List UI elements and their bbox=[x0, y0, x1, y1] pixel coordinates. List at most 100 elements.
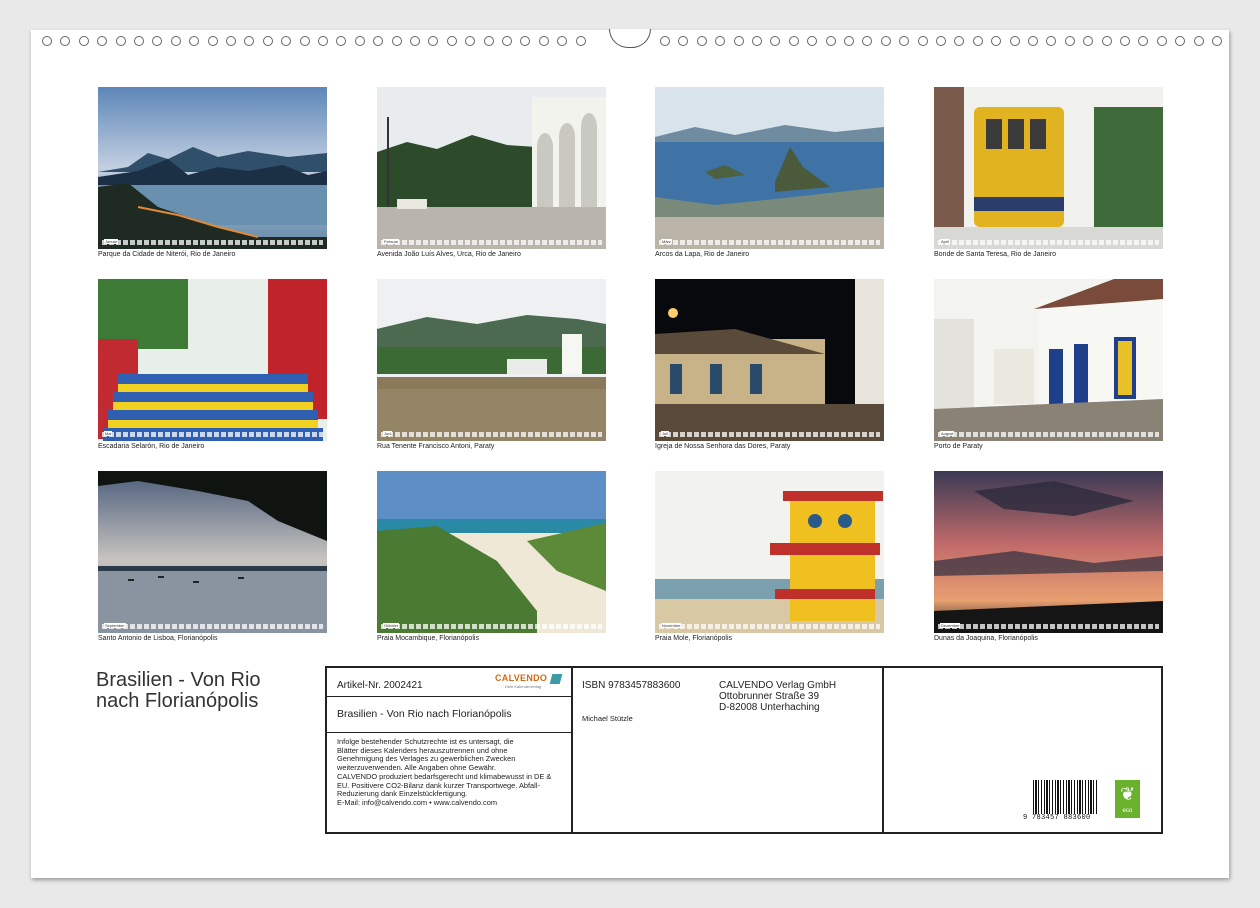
product-title: Brasilien - Von Rio nach Florianópolis bbox=[337, 708, 512, 720]
binding-hole bbox=[1028, 36, 1038, 46]
photo-caption: Rua Tenente Francisco Antoni, Paraty bbox=[377, 443, 495, 450]
binding-hole bbox=[97, 36, 108, 46]
binding-hole bbox=[575, 36, 586, 46]
binding-hole bbox=[936, 36, 946, 46]
binding-hole bbox=[788, 36, 799, 46]
publisher-address: CALVENDO Verlag GmbH Ottobrunner Straße … bbox=[719, 680, 836, 713]
binding-hole bbox=[281, 36, 292, 46]
binding-hole bbox=[715, 36, 726, 46]
month-strip: März bbox=[659, 239, 880, 245]
binding-hole bbox=[991, 36, 1002, 46]
photo-thumbnail: März bbox=[655, 87, 884, 249]
binding-hole bbox=[152, 36, 163, 46]
binding-hole bbox=[557, 36, 568, 46]
photo-caption: Porto de Paraty bbox=[934, 443, 983, 450]
calendar-title-line2: nach Florianópolis bbox=[96, 690, 259, 712]
month-strip: August bbox=[938, 431, 1159, 437]
binding-hole bbox=[954, 36, 965, 46]
isbn: ISBN 9783457883600 bbox=[582, 680, 681, 691]
binding-hole bbox=[696, 36, 707, 46]
binding-hole bbox=[502, 36, 512, 46]
binding-hole bbox=[825, 36, 836, 46]
month-strip: November bbox=[659, 623, 880, 629]
calvendo-logo: CALVENDO bbox=[495, 673, 548, 683]
photo-caption: Parque da Cidade de Niterói, Rio de Jane… bbox=[98, 251, 236, 258]
binding-hole bbox=[733, 36, 744, 46]
legal-notice: Infolge bestehender Schutzrechte ist es … bbox=[337, 737, 569, 808]
month-label: Juli bbox=[661, 431, 670, 436]
binding-hole bbox=[170, 36, 181, 46]
binding-hole bbox=[42, 36, 52, 46]
barcode bbox=[1033, 780, 1097, 814]
month-strip: April bbox=[938, 239, 1159, 245]
photo-caption: Arcos da Lapa, Rio de Janeiro bbox=[655, 251, 750, 258]
binding-hole bbox=[880, 36, 891, 46]
photo-caption: Dunas da Joaquina, Florianópolis bbox=[934, 635, 1038, 642]
eco-label: eco bbox=[1122, 808, 1133, 814]
binding-hole bbox=[78, 36, 89, 46]
month-label: Dezember bbox=[940, 623, 961, 628]
barcode-number: 9 783457 883600 bbox=[1023, 814, 1091, 822]
publisher-city: D-82008 Unterhaching bbox=[719, 702, 820, 713]
binding-hole bbox=[428, 36, 439, 46]
binding-hole bbox=[1175, 36, 1186, 46]
binding-hole bbox=[465, 36, 476, 46]
binding-hole bbox=[226, 36, 236, 46]
binding-hole bbox=[391, 36, 402, 46]
binding-hole bbox=[972, 36, 983, 46]
binding-hole bbox=[318, 36, 328, 46]
photo-thumbnail: September bbox=[98, 471, 327, 633]
calendar-title-line1: Brasilien - Von Rio bbox=[96, 669, 261, 691]
binding-hole bbox=[538, 36, 549, 46]
photo-thumbnail: Februar bbox=[377, 87, 606, 249]
month-label: August bbox=[940, 431, 955, 436]
month-label: März bbox=[661, 239, 672, 244]
binding-hole bbox=[862, 36, 873, 46]
photo-thumbnail: November bbox=[655, 471, 884, 633]
photo-caption: Santo Antonio de Lisboa, Florianópolis bbox=[98, 635, 218, 642]
photo-thumbnail: Dezember bbox=[934, 471, 1163, 633]
month-strip: Oktober bbox=[381, 623, 602, 629]
binding-hole bbox=[770, 36, 781, 46]
calvendo-logo-subtitle: Dein Kalenderverlag bbox=[505, 684, 542, 689]
photo-caption: Escadaria Selarón, Rio de Janeiro bbox=[98, 443, 205, 450]
binding-hole bbox=[299, 36, 310, 46]
photo-thumbnail: Mai bbox=[98, 279, 327, 441]
binding-hole bbox=[844, 36, 854, 46]
month-label: Juni bbox=[383, 431, 393, 436]
photo-thumbnail: Juli bbox=[655, 279, 884, 441]
month-strip: Januar bbox=[102, 239, 323, 245]
binding-hole bbox=[917, 36, 928, 46]
month-label: April bbox=[940, 239, 951, 244]
publisher-name: CALVENDO Verlag GmbH bbox=[719, 680, 837, 691]
month-label: Februar bbox=[383, 239, 400, 244]
binding-hole bbox=[336, 36, 347, 46]
photo-caption: Praia Mocambique, Florianópolis bbox=[377, 635, 479, 642]
month-label: September bbox=[104, 623, 126, 628]
photo-caption: Praia Mole, Florianópolis bbox=[655, 635, 733, 642]
month-strip: Dezember bbox=[938, 623, 1159, 629]
binding-hole bbox=[660, 36, 670, 46]
month-strip: Juli bbox=[659, 431, 880, 437]
photo-thumbnail: Juni bbox=[377, 279, 606, 441]
binding-hole bbox=[446, 36, 457, 46]
binding-hole bbox=[373, 36, 384, 46]
calvendo-logo-icon bbox=[549, 674, 563, 684]
binding-hole bbox=[1120, 36, 1130, 46]
photo-thumbnail: Oktober bbox=[377, 471, 606, 633]
binding-hole bbox=[678, 36, 689, 46]
binding-hole bbox=[1046, 36, 1057, 46]
publisher-street: Ottobrunner Straße 39 bbox=[719, 691, 820, 702]
binding-hole bbox=[807, 36, 818, 46]
photo-caption: Avenida João Luís Alves, Urca, Rio de Ja… bbox=[377, 251, 521, 258]
legal-line: E-Mail: info@calvendo.com • www.calvendo… bbox=[337, 797, 498, 807]
binding-hole bbox=[752, 36, 762, 46]
binding-hole bbox=[899, 36, 910, 46]
month-strip: September bbox=[102, 623, 323, 629]
binding-hole bbox=[244, 36, 255, 46]
binding-hole bbox=[354, 36, 365, 46]
calendar-title: Brasilien - Von Rio nach Florianópolis bbox=[96, 670, 261, 712]
month-strip: Mai bbox=[102, 431, 323, 437]
photo-thumbnail: Januar bbox=[98, 87, 327, 249]
binding-hole bbox=[410, 36, 420, 46]
